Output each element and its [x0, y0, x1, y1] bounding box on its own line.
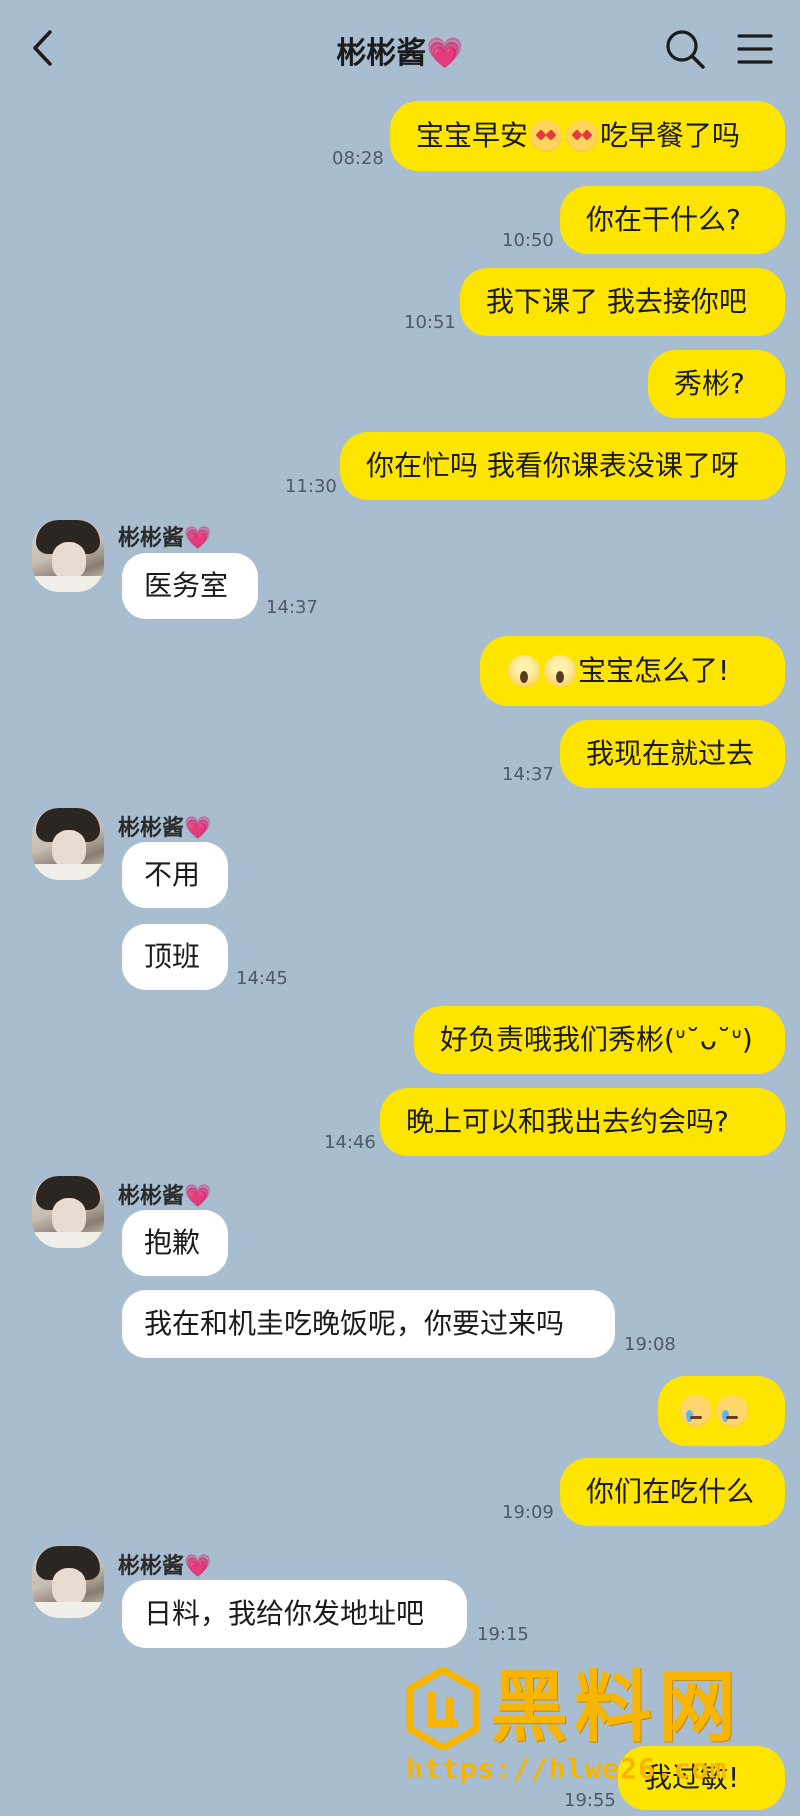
message-timestamp: 19:08: [624, 1334, 676, 1355]
incoming-message[interactable]: 顶班: [122, 924, 228, 990]
message-text: 吃早餐了吗: [600, 119, 741, 153]
message-timestamp: 08:28: [332, 148, 384, 169]
outgoing-message[interactable]: 你在干什么?: [560, 186, 785, 254]
outgoing-message[interactable]: 好负责哦我们秀彬(ᐡ˘ᴗ˘ᐡ): [414, 1006, 785, 1074]
sender-name: 彬彬酱💗: [118, 1554, 212, 1579]
watermark-text: 黑料网: [490, 1663, 743, 1753]
face-screaming-icon: [508, 655, 540, 687]
avatar[interactable]: [32, 520, 104, 592]
outgoing-message[interactable]: 晚上可以和我出去约会吗?: [380, 1088, 785, 1156]
message-timestamp: 11:30: [285, 476, 337, 497]
message-timestamp: 10:51: [404, 312, 456, 333]
message-timestamp: 19:09: [502, 1502, 554, 1523]
watermark-logo-icon: [406, 1668, 480, 1750]
smiling-face-with-hearts-icon: [530, 120, 563, 152]
message-text: 你在忙吗 我看你课表没课了呀: [366, 449, 739, 483]
message-text: 抱歉: [144, 1226, 201, 1260]
outgoing-message[interactable]: 我下课了 我去接你吧: [460, 268, 785, 336]
chat-header: 彬彬酱💗: [0, 0, 800, 100]
smiling-face-with-hearts-icon: [566, 120, 599, 152]
message-text: 顶班: [144, 940, 201, 974]
menu-icon: [737, 34, 773, 64]
message-text: 你在干什么?: [586, 203, 741, 237]
crying-face-icon: [716, 1395, 748, 1427]
avatar[interactable]: [32, 808, 104, 880]
avatar[interactable]: [32, 1546, 104, 1618]
message-timestamp: 19:55: [564, 1790, 616, 1811]
search-icon: [666, 30, 705, 69]
message-text: 宝宝怎么了!: [578, 654, 730, 688]
message-timestamp: 10:50: [502, 230, 554, 251]
message-text: 秀彬?: [674, 367, 745, 401]
sender-name: 彬彬酱💗: [118, 816, 212, 841]
message-timestamp: 14:37: [266, 597, 318, 618]
incoming-message[interactable]: 医务室: [122, 553, 258, 619]
message-text: 晚上可以和我出去约会吗?: [406, 1105, 729, 1139]
message-text: 不用: [144, 858, 201, 892]
message-timestamp: 19:15: [477, 1624, 529, 1645]
message-text: 好负责哦我们秀彬(ᐡ˘ᴗ˘ᐡ): [440, 1023, 753, 1057]
watermark: 黑料网 https://hlwe26.com: [404, 1662, 784, 1785]
message-text: 医务室: [144, 569, 229, 603]
message-text: 我在和机圭吃晚饭呢，你要过来吗: [144, 1307, 565, 1341]
message-timestamp: 14:37: [502, 764, 554, 785]
message-text: 宝宝早安: [416, 119, 529, 153]
message-timestamp: 14:46: [324, 1132, 376, 1153]
search-button[interactable]: [664, 28, 706, 70]
incoming-message[interactable]: 日料，我给你发地址吧: [122, 1580, 467, 1648]
message-text: 日料，我给你发地址吧: [144, 1597, 425, 1631]
avatar[interactable]: [32, 1176, 104, 1248]
incoming-message[interactable]: 不用: [122, 842, 228, 908]
message-timestamp: 14:45: [236, 968, 288, 989]
sender-name: 彬彬酱💗: [118, 1184, 212, 1209]
outgoing-message[interactable]: 你在忙吗 我看你课表没课了呀: [340, 432, 785, 500]
outgoing-message[interactable]: 我现在就过去: [560, 720, 785, 788]
watermark-url: https://hlwe26.com: [406, 1752, 728, 1785]
menu-button[interactable]: [737, 31, 773, 67]
outgoing-message[interactable]: 宝宝怎么了!: [480, 636, 785, 706]
outgoing-message[interactable]: 宝宝早安 吃早餐了吗: [390, 101, 785, 171]
outgoing-message[interactable]: 你们在吃什么: [560, 1458, 785, 1526]
message-text: 我现在就过去: [586, 737, 755, 771]
message-text: 我下课了 我去接你吧: [486, 285, 747, 319]
crying-face-icon: [680, 1395, 712, 1427]
incoming-message[interactable]: 抱歉: [122, 1210, 228, 1276]
sender-name: 彬彬酱💗: [118, 526, 212, 551]
outgoing-message[interactable]: 秀彬?: [648, 350, 785, 418]
incoming-message[interactable]: 我在和机圭吃晚饭呢，你要过来吗: [122, 1290, 615, 1358]
outgoing-message[interactable]: [658, 1376, 785, 1446]
message-text: 你们在吃什么: [586, 1475, 755, 1509]
face-screaming-icon: [544, 655, 576, 687]
